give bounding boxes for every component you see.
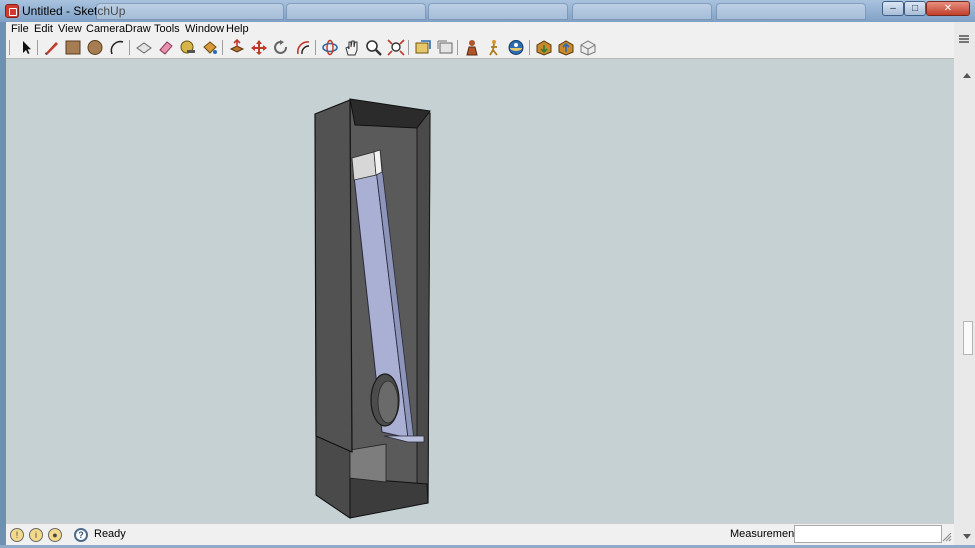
toolbar-separator [529,40,530,55]
geo-location-icon[interactable]: ! [10,528,24,542]
toolbar-separator [457,40,458,55]
position-camera-icon[interactable] [463,39,481,56]
box-right-wall [416,112,431,504]
hamburger-icon[interactable] [958,34,970,44]
credits-icon[interactable]: i [29,528,43,542]
box-inner-lower [349,443,387,483]
pencil-line-icon[interactable] [42,39,60,56]
share-model-icon[interactable] [557,39,575,56]
toolbar-grip [9,40,10,55]
toolbar-separator [37,40,38,55]
menu-window[interactable]: Window [185,23,224,35]
scroll-up-arrow-icon[interactable] [963,72,971,78]
background-tab[interactable] [428,3,568,20]
menu-tools[interactable]: Tools [154,23,180,35]
background-tab[interactable] [716,3,866,20]
circle-icon[interactable] [86,39,104,56]
pan-hand-icon[interactable] [343,39,361,56]
rotate-icon[interactable] [272,39,290,56]
close-button[interactable]: ✕ [926,1,970,16]
minimize-button[interactable]: – [882,1,904,16]
walk-icon[interactable] [485,39,503,56]
toolbar [6,36,954,59]
menu-camera[interactable]: Camera [86,23,125,35]
rectangle-icon[interactable] [64,39,82,56]
user-icon[interactable]: ● [48,528,62,542]
drawing-viewport[interactable] [6,59,954,523]
zoom-extents-icon[interactable] [387,39,405,56]
driver-cutout-inner [377,380,399,424]
orbit-icon[interactable] [321,39,339,56]
sketchup-logo-icon [5,4,19,18]
menu-help[interactable]: Help [226,23,249,35]
components-icon[interactable] [579,39,597,56]
background-tab[interactable] [96,3,284,20]
scrollbar-thumb[interactable] [963,321,973,355]
toolbar-separator [129,40,130,55]
menu-view[interactable]: View [58,23,82,35]
make-component-icon[interactable] [135,39,153,56]
previous-view-icon[interactable] [414,39,432,56]
status-text: Ready [94,528,126,540]
get-models-icon[interactable] [535,39,553,56]
push-pull-icon[interactable] [228,39,246,56]
tape-measure-icon[interactable] [179,39,197,56]
paint-bucket-icon[interactable] [201,39,219,56]
menu-edit[interactable]: Edit [34,23,53,35]
next-view-icon[interactable] [436,39,454,56]
resize-grip-icon[interactable] [942,532,952,542]
background-tab[interactable] [286,3,426,20]
toolbar-separator [222,40,223,55]
box-front-panel [314,99,353,453]
maximize-button[interactable]: □ [904,1,926,16]
background-tab[interactable] [572,3,712,20]
select-arrow-icon[interactable] [17,39,35,56]
title-bar: Untitled - SketchUp – □ ✕ [0,0,975,22]
toolbar-separator [408,40,409,55]
eraser-icon[interactable] [157,39,175,56]
move-icon[interactable] [250,39,268,56]
measurements-label: Measurements [730,528,803,540]
model-render [314,98,431,519]
menu-draw[interactable]: Draw [125,23,151,35]
measurements-input[interactable] [794,525,942,543]
status-bar: ! i ● ? Ready Measurements [6,523,954,545]
box-top-rim [349,98,431,129]
offset-icon[interactable] [294,39,312,56]
arc-icon[interactable] [108,39,126,56]
right-window-strip [954,22,975,548]
menu-file[interactable]: File [11,23,29,35]
scroll-down-arrow-icon[interactable] [963,534,971,540]
toolbar-separator [315,40,316,55]
look-around-icon[interactable] [507,39,525,56]
zoom-magnifier-icon[interactable] [365,39,383,56]
menu-bar: File Edit View Camera Draw Tools Window … [6,22,954,36]
help-icon[interactable]: ? [74,528,88,542]
